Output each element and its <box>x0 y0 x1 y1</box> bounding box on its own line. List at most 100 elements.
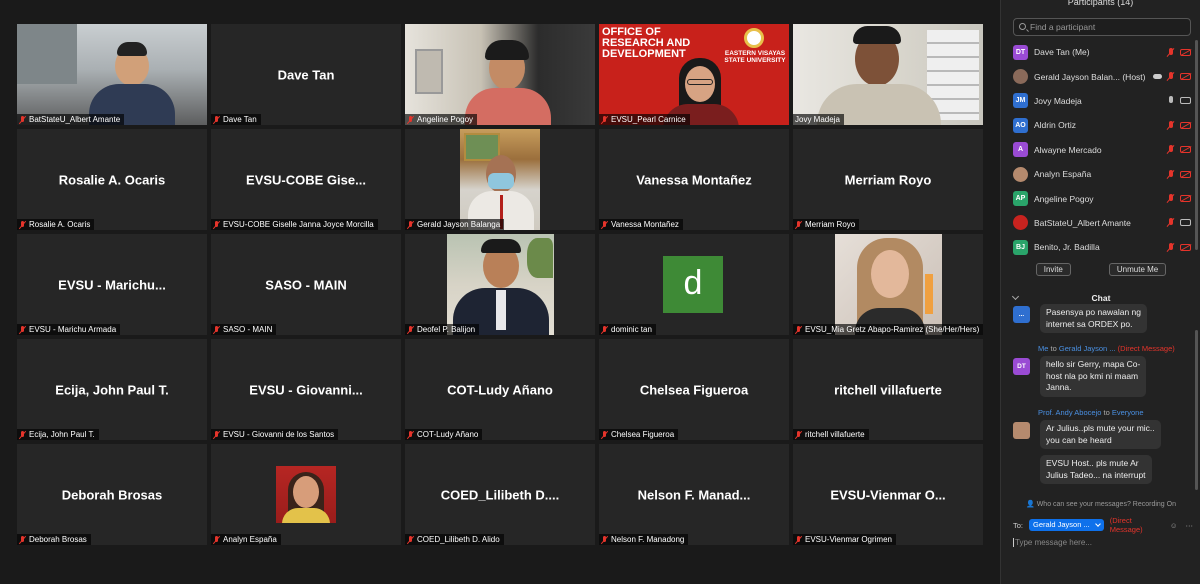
participant-tile[interactable]: EVSU - Marichu... EVSU - Marichu Armada <box>17 234 207 335</box>
university-seal-icon <box>744 28 764 48</box>
recipient-dropdown[interactable]: Gerald Jayson ... <box>1029 519 1104 531</box>
direct-message-tag: (Direct Message) <box>1117 344 1175 353</box>
participant-list-scrollbar[interactable] <box>1195 40 1198 250</box>
participant-label-text: Merriam Royo <box>805 220 856 229</box>
participant-name: Dave Tan (Me) <box>1034 47 1090 58</box>
camera-icon[interactable] <box>1180 219 1191 227</box>
participant-tile[interactable]: d dominic tan <box>599 234 789 335</box>
mic-muted-icon[interactable] <box>1168 120 1174 130</box>
participant-tile[interactable]: COED_Lilibeth D.... COED_Lilibeth D. Alid… <box>405 444 595 545</box>
camera-off-icon[interactable] <box>1180 73 1191 81</box>
message-bubble: EVSU Host.. pls mute Ar Julius Tadeo... n… <box>1040 455 1152 484</box>
search-icon <box>1019 23 1026 30</box>
participant-row[interactable]: JM Jovy Madeja <box>1013 89 1191 113</box>
camera-off-icon[interactable] <box>1180 121 1191 129</box>
participant-status-icons <box>1168 47 1191 57</box>
participant-tile[interactable]: Dave Tan Dave Tan <box>211 24 401 125</box>
participant-display-name: Dave Tan <box>277 67 335 82</box>
mic-muted-icon <box>19 325 26 334</box>
camera-off-icon[interactable] <box>1180 170 1191 178</box>
participant-tile[interactable]: OFFICE OF RESEARCH AND DEVELOPMENT EASTE… <box>599 24 789 125</box>
chat-privacy-notice[interactable]: 👤 Who can see your messages? Recording O… <box>1001 500 1200 508</box>
participant-tile[interactable]: Angeline Pogoy <box>405 24 595 125</box>
participant-tile[interactable]: COT-Ludy Añano COT-Ludy Añano <box>405 339 595 440</box>
participant-label-text: EVSU-COBE Giselle Janna Joyce Morcilla <box>223 220 374 229</box>
participant-tile[interactable]: Vanessa Montañez Vanessa Montañez <box>599 129 789 230</box>
participant-display-name: Ecija, John Paul T. <box>55 382 169 397</box>
participant-name-label: Rosalie A. Ocaris <box>17 219 95 230</box>
participant-tile[interactable]: EVSU_Mia Gretz Abapo-Ramirez (She/Her/He… <box>793 234 983 335</box>
chevron-down-icon[interactable] <box>1011 292 1020 301</box>
shirt-shape <box>496 290 506 330</box>
mic-muted-icon <box>795 325 802 334</box>
person-icon: 👤 <box>1026 501 1037 508</box>
camera-off-icon[interactable] <box>1180 146 1191 154</box>
unmute-me-button[interactable]: Unmute Me <box>1108 263 1167 276</box>
participant-tile[interactable]: Ecija, John Paul T. Ecija, John Paul T. <box>17 339 207 440</box>
participant-tile[interactable]: Rosalie A. Ocaris Rosalie A. Ocaris <box>17 129 207 230</box>
invite-button[interactable]: Invite <box>1035 263 1071 276</box>
mic-muted-icon[interactable] <box>1168 218 1174 227</box>
chat-scrollbar[interactable] <box>1195 330 1198 490</box>
participant-name-label: COED_Lilibeth D. Alido <box>405 534 504 545</box>
camera-off-icon[interactable] <box>1180 243 1191 251</box>
participant-name-label: Angeline Pogoy <box>405 114 478 125</box>
participant-grid: BatStateU_Albert Amante Dave Tan Dave Tan … <box>17 24 983 545</box>
participant-tile[interactable]: Analyn España <box>211 444 401 545</box>
video-feed <box>276 466 336 523</box>
participant-tile[interactable]: Deofel P. Balijon <box>405 234 595 335</box>
participant-tile[interactable]: Chelsea Figueroa Chelsea Figueroa <box>599 339 789 440</box>
message-avatar <box>1013 422 1030 439</box>
emoji-icon[interactable]: ☺ <box>1170 521 1178 530</box>
participant-tile[interactable]: Merriam Royo Merriam Royo <box>793 129 983 230</box>
participant-label-text: Gerald Jayson Balanga <box>417 220 501 229</box>
participant-tile[interactable]: Gerald Jayson Balanga <box>405 129 595 230</box>
message-text-line: Janna. <box>1046 382 1072 392</box>
participant-tile[interactable]: ritchell villafuerte ritchell villafuerte <box>793 339 983 440</box>
hair-shape <box>481 239 521 253</box>
participant-search-input[interactable]: Find a participant <box>1013 18 1191 36</box>
participant-avatar: BJ <box>1013 239 1028 255</box>
participant-tile[interactable]: EVSU-Vienmar O... EVSU-Vienmar Ogrimen <box>793 444 983 545</box>
participant-name-label: Nelson F. Manadong <box>599 534 689 545</box>
mic-muted-icon[interactable] <box>1168 47 1174 57</box>
mic-muted-icon <box>19 115 26 124</box>
participant-avatar <box>1013 166 1028 182</box>
participant-display-name: Merriam Royo <box>844 172 932 187</box>
message-sender-line: Prof. Andy Abocejo to Everyone <box>1038 408 1144 417</box>
mic-icon[interactable] <box>1168 96 1174 105</box>
chat-message-input[interactable]: Type message here... <box>1011 536 1191 550</box>
participant-row[interactable]: BJ Benito, Jr. Badilla <box>1013 235 1191 259</box>
participant-tile[interactable]: Nelson F. Manad... Nelson F. Manadong <box>599 444 789 545</box>
participant-row[interactable]: AO Aldrin Ortiz <box>1013 113 1191 137</box>
mic-muted-icon[interactable] <box>1168 194 1174 203</box>
video-gallery: BatStateU_Albert Amante Dave Tan Dave Tan … <box>0 0 1000 584</box>
participant-row[interactable]: Analyn España <box>1013 162 1191 186</box>
camera-icon[interactable] <box>1180 97 1191 105</box>
participant-row[interactable]: DT Dave Tan (Me) <box>1013 40 1191 64</box>
side-panel: Participants (14) Find a participant DT D… <box>1000 0 1200 584</box>
pen-shape <box>925 274 933 314</box>
mic-muted-icon[interactable] <box>1168 242 1174 252</box>
participant-row[interactable]: A Alwayne Mercado <box>1013 138 1191 162</box>
participant-tile[interactable]: Jovy Madeja <box>793 24 983 125</box>
chat-title: Chat <box>1091 293 1111 303</box>
mic-muted-icon <box>213 115 220 124</box>
mic-muted-icon[interactable] <box>1168 145 1174 154</box>
chat-message: Me to Gerald Jayson ... (Direct Message)… <box>1013 344 1193 404</box>
participant-tile[interactable]: Deborah Brosas Deborah Brosas <box>17 444 207 545</box>
camera-off-icon[interactable] <box>1180 48 1191 56</box>
more-icon[interactable]: ⋯ <box>1186 521 1194 530</box>
participant-tile[interactable]: EVSU - Giovanni... EVSU - Giovanni de los… <box>211 339 401 440</box>
chat-input-placeholder: Type message here... <box>1015 538 1092 547</box>
mic-muted-icon[interactable] <box>1168 72 1174 81</box>
participant-row[interactable]: BatStateU_Albert Amante <box>1013 211 1191 235</box>
mic-muted-icon[interactable] <box>1168 169 1174 179</box>
participant-status-icons <box>1168 169 1191 179</box>
participant-row[interactable]: Gerald Jayson Balan... (Host) <box>1013 64 1191 88</box>
participant-tile[interactable]: BatStateU_Albert Amante <box>17 24 207 125</box>
participant-row[interactable]: AP Angeline Pogoy <box>1013 186 1191 210</box>
camera-off-icon[interactable] <box>1180 195 1191 203</box>
participant-tile[interactable]: EVSU-COBE Gise... EVSU-COBE Giselle Janna… <box>211 129 401 230</box>
participant-tile[interactable]: SASO - MAIN SASO - MAIN <box>211 234 401 335</box>
